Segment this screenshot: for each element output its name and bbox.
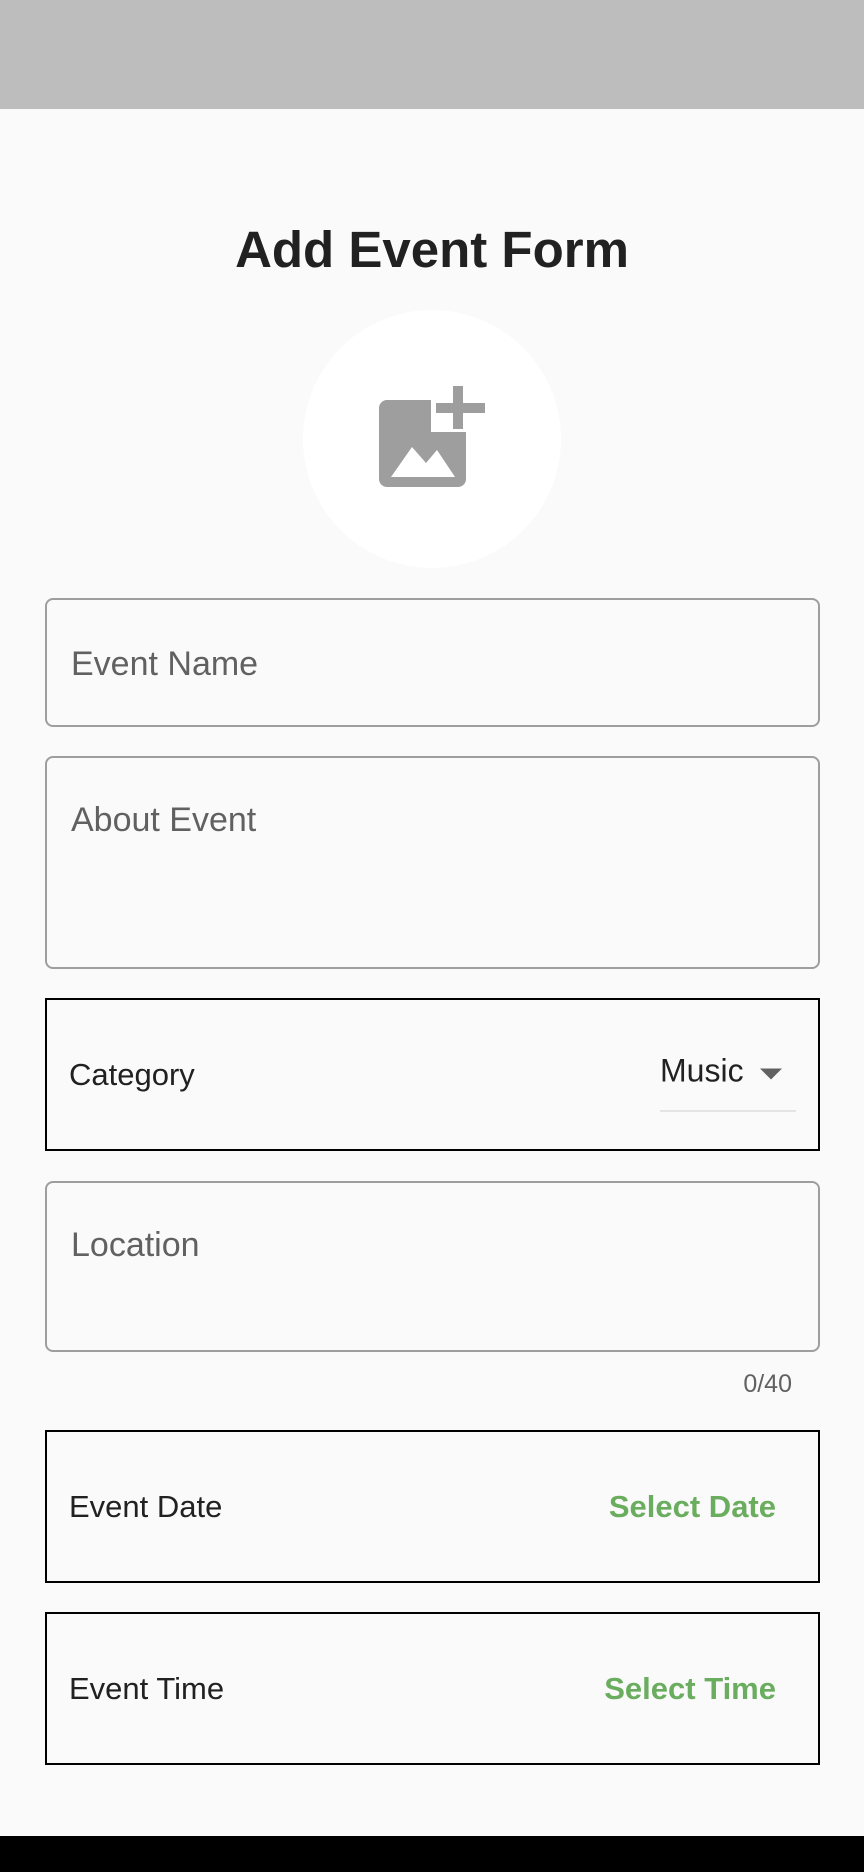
event-date-row: Event Date Select Date: [45, 1430, 820, 1583]
event-time-row: Event Time Select Time: [45, 1612, 820, 1765]
event-name-field[interactable]: Event Name: [45, 598, 820, 727]
select-date-button[interactable]: Select Date: [609, 1489, 776, 1525]
location-placeholder: Location: [71, 1226, 200, 1264]
about-event-placeholder: About Event: [71, 801, 257, 839]
category-row: Category Music: [45, 998, 820, 1151]
dropdown-arrow-icon: [760, 1068, 782, 1079]
about-event-field[interactable]: About Event: [45, 756, 820, 969]
status-bar: [0, 0, 864, 109]
navigation-bar: [0, 1836, 864, 1872]
category-label: Category: [69, 1056, 195, 1092]
add-photo-icon: [379, 386, 485, 487]
category-dropdown[interactable]: Music: [660, 1038, 796, 1111]
select-time-button[interactable]: Select Time: [604, 1671, 776, 1707]
event-time-label: Event Time: [69, 1670, 225, 1706]
image-picker-button[interactable]: [303, 310, 561, 568]
category-selected-value: Music: [660, 1052, 744, 1088]
location-char-counter: 0/40: [743, 1370, 792, 1398]
event-date-label: Event Date: [69, 1488, 223, 1524]
page-title: Add Event Form: [235, 221, 629, 278]
location-field[interactable]: Location: [45, 1181, 820, 1352]
event-name-placeholder: Event Name: [71, 645, 259, 683]
